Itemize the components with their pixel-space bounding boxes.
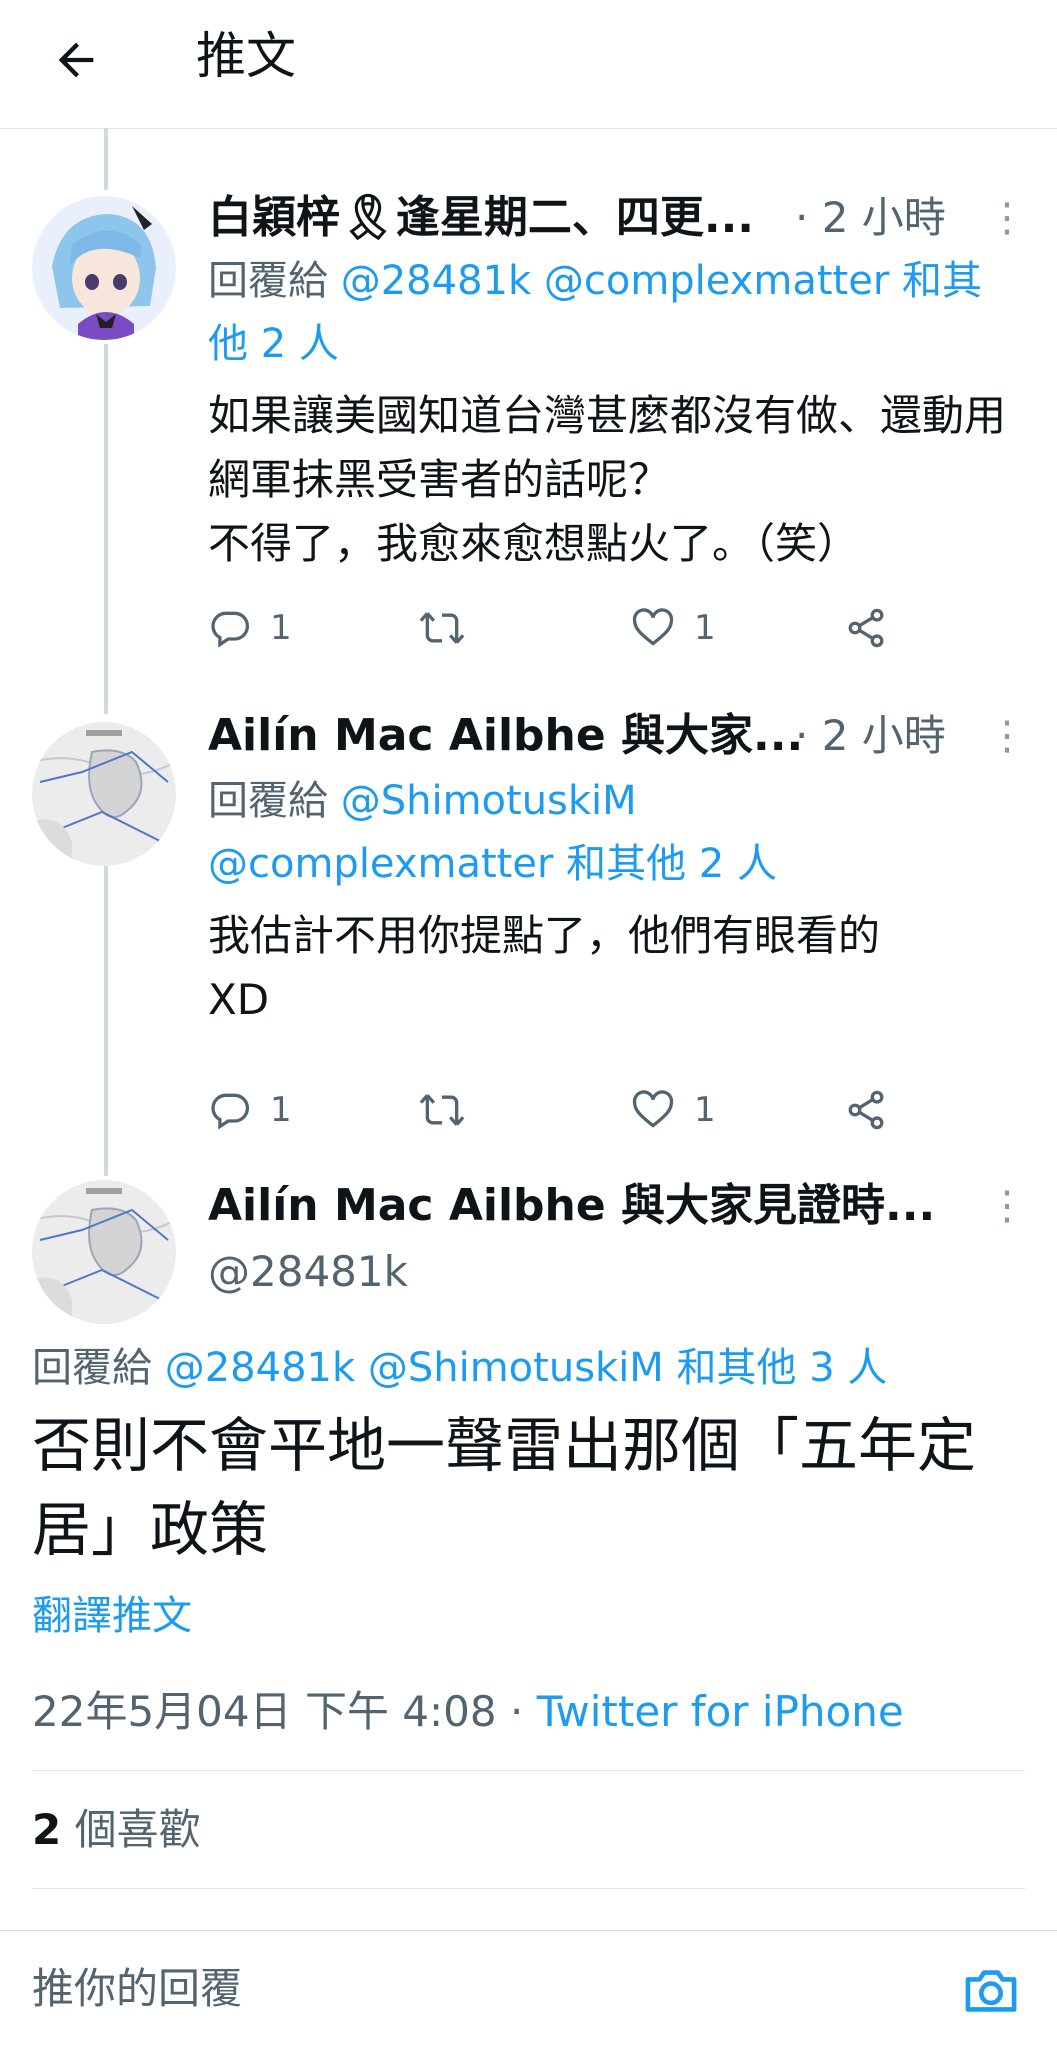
reply-icon — [211, 611, 250, 648]
like-total: 2 — [32, 1805, 62, 1854]
main-tweet-text: 否則不會平地一聲雷出那個「五年定居」政策 — [32, 1411, 977, 1564]
tweet-text: 如果讓美國知道台灣甚麼都沒有做、還動用網軍抹黑受害者的話呢？ 不得了，我愈來愈想… — [208, 391, 1007, 568]
mention-link[interactable]: @ShimotuskiM — [341, 778, 637, 824]
retweet-icon — [419, 612, 465, 644]
avatar[interactable] — [32, 196, 176, 340]
avatar[interactable] — [32, 722, 176, 866]
like-button[interactable]: 1 — [630, 596, 716, 660]
mention-link[interactable]: @ShimotuskiM — [368, 1345, 664, 1391]
thread-tweet[interactable]: Ailín Mac Ailbhe 與大家... · 2 小時 ⋮ 回覆給 @Sh… — [0, 708, 1057, 1148]
tweet-timestamp: 22年5月04日 下午 4:08 · Twitter for iPhone — [32, 1682, 904, 1742]
share-icon — [848, 1090, 884, 1130]
retweet-button[interactable] — [418, 1078, 484, 1142]
reply-prefix: 回覆給 — [32, 1345, 152, 1391]
share-icon — [848, 608, 884, 648]
thread-tweet[interactable]: 白穎梓🎗逢星期二、四更... · 2 小時 ⋮ 回覆給 @28481k @com… — [0, 190, 1057, 690]
share-button[interactable] — [844, 596, 888, 660]
reply-button[interactable]: 1 — [208, 1078, 292, 1142]
arrow-left-icon — [58, 42, 94, 78]
mention-link[interactable]: @complexmatter — [544, 258, 889, 304]
timestamp-text: 22年5月04日 下午 4:08 · — [32, 1687, 537, 1736]
display-name[interactable]: Ailín Mac Ailbhe 與大家... — [208, 710, 803, 761]
translate-tweet-link[interactable]: 翻譯推文 — [32, 1588, 192, 1644]
tweet-time[interactable]: · 2 小時 — [795, 190, 946, 246]
reply-count: 1 — [270, 1090, 292, 1130]
display-name[interactable]: 白穎梓🎗逢星期二、四更... — [208, 192, 754, 243]
heart-icon — [632, 608, 674, 646]
source-link[interactable]: Twitter for iPhone — [537, 1687, 904, 1736]
reply-input[interactable]: 推你的回覆 — [32, 1961, 912, 2017]
tweet-actions: 1 1 — [208, 596, 898, 660]
divider — [32, 1770, 1025, 1771]
others-link[interactable]: 和其他 2 人 — [566, 841, 777, 887]
camera-icon — [965, 1970, 1017, 2012]
main-tweet: Ailín Mac Ailbhe 與大家見證時... @28481k ⋮ — [0, 1176, 1057, 1332]
reply-prefix: 回覆給 — [208, 258, 328, 304]
tweet-text: 我估計不用你提點了，他們有眼看的 XD — [208, 911, 881, 1024]
mention-link[interactable]: @28481k — [165, 1345, 355, 1391]
reply-icon — [211, 1093, 250, 1130]
others-link[interactable]: 和其他 3 人 — [677, 1345, 888, 1391]
display-name[interactable]: Ailín Mac Ailbhe 與大家見證時... — [208, 1180, 935, 1231]
page-title: 推文 — [196, 27, 296, 85]
back-button[interactable] — [40, 24, 112, 96]
replying-to: 回覆給 @ShimotuskiM @complexmatter 和其他 2 人 — [208, 770, 928, 896]
more-options-icon[interactable]: ⋮ — [987, 708, 1027, 764]
retweet-button[interactable] — [418, 596, 484, 660]
divider — [32, 1888, 1025, 1889]
share-button[interactable] — [844, 1078, 888, 1142]
mention-link[interactable]: @complexmatter — [208, 841, 553, 887]
likes-summary[interactable]: 2 個喜歡 — [32, 1800, 201, 1860]
tweet-time[interactable]: · 2 小時 — [795, 708, 946, 764]
like-count: 1 — [694, 608, 716, 648]
reply-button[interactable]: 1 — [208, 596, 292, 660]
like-count: 1 — [694, 1090, 716, 1130]
top-bar: 推文 — [0, 0, 1057, 129]
camera-button[interactable] — [961, 1963, 1021, 2019]
replying-to: 回覆給 @28481k @complexmatter 和其他 2 人 — [208, 250, 1008, 376]
reply-composer: 推你的回覆 — [0, 1930, 1057, 2049]
thread-line — [104, 128, 108, 190]
reply-count: 1 — [270, 608, 292, 648]
retweet-icon — [419, 1094, 465, 1126]
like-label: 個喜歡 — [61, 1805, 201, 1854]
more-options-icon[interactable]: ⋮ — [987, 1178, 1027, 1234]
more-options-icon[interactable]: ⋮ — [987, 190, 1027, 246]
like-button[interactable]: 1 — [630, 1078, 716, 1142]
replying-to: 回覆給 @28481k @ShimotuskiM 和其他 3 人 — [32, 1340, 887, 1396]
handle[interactable]: @28481k — [208, 1244, 408, 1300]
avatar[interactable] — [32, 1180, 176, 1324]
tweet-actions: 1 1 — [208, 1078, 898, 1142]
reply-prefix: 回覆給 — [208, 778, 328, 824]
heart-icon — [632, 1090, 674, 1128]
mention-link[interactable]: @28481k — [341, 258, 531, 304]
